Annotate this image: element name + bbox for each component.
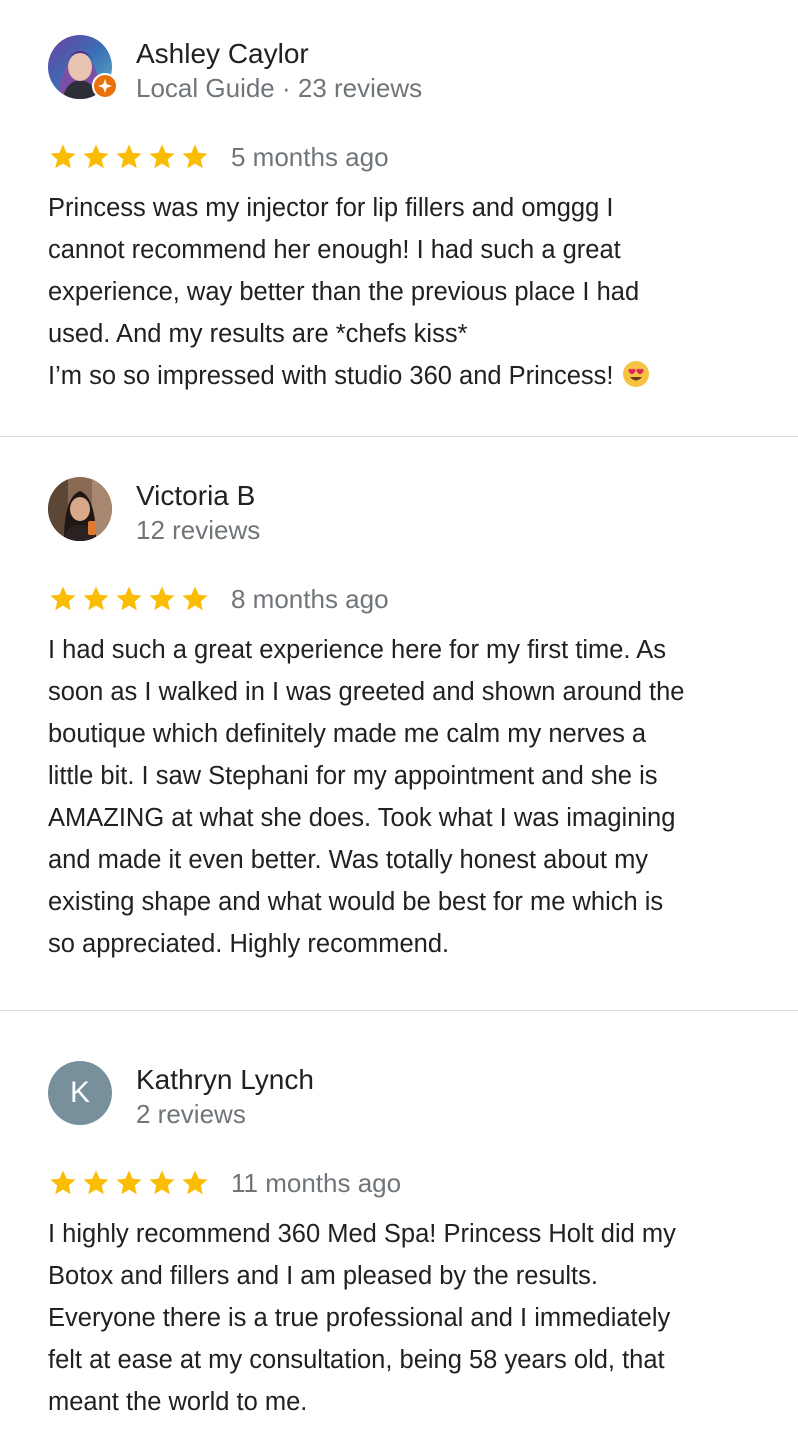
heart-eyes-emoji-icon xyxy=(622,361,649,387)
reviewer-name[interactable]: Ashley Caylor xyxy=(136,37,422,71)
review-time: 5 months ago xyxy=(231,142,389,172)
local-guide-badge-icon xyxy=(92,73,118,99)
review-text: I had such a great experience here for m… xyxy=(48,636,685,958)
review-text-container: Princess was my injector for lip fillers… xyxy=(48,187,750,397)
star-icon xyxy=(83,144,109,169)
star-icon xyxy=(149,1170,175,1195)
review-header: Victoria B 12 reviews xyxy=(48,477,750,547)
star-rating xyxy=(48,1168,213,1198)
reviewer-stats: Local Guide · 23 reviews xyxy=(136,73,423,103)
star-icon xyxy=(50,586,76,611)
review-time: 8 months ago xyxy=(231,584,389,614)
star-icon xyxy=(116,144,142,169)
reviewer-stats: 12 reviews xyxy=(136,515,261,545)
avatar-photo xyxy=(48,477,112,541)
star-icon xyxy=(149,144,175,169)
star-icon xyxy=(83,1170,109,1195)
reviewer-stats: 2 reviews xyxy=(136,1099,246,1129)
review-header: K Kathryn Lynch 2 reviews xyxy=(48,1061,750,1131)
reviewer-name[interactable]: Kathryn Lynch xyxy=(136,1063,314,1097)
star-icon xyxy=(182,1170,208,1195)
review-card: Ashley Caylor Local Guide · 23 reviews 5… xyxy=(0,0,798,436)
review-header: Ashley Caylor Local Guide · 23 reviews xyxy=(48,35,750,105)
review-time: 11 months ago xyxy=(231,1168,402,1198)
avatar-letter: K xyxy=(48,1061,112,1125)
rating-row: 11 months ago xyxy=(48,1165,750,1201)
star-icon xyxy=(50,144,76,169)
avatar[interactable] xyxy=(48,477,112,541)
star-icon xyxy=(149,586,175,611)
review-card: K Kathryn Lynch 2 reviews 11 months ago … xyxy=(0,1011,798,1432)
star-icon xyxy=(116,1170,142,1195)
avatar[interactable] xyxy=(48,35,118,99)
star-rating xyxy=(48,142,213,172)
star-icon xyxy=(50,1170,76,1195)
star-rating xyxy=(48,584,213,614)
rating-row: 8 months ago xyxy=(48,581,750,617)
star-icon xyxy=(182,586,208,611)
avatar[interactable]: K xyxy=(48,1061,112,1125)
review-card: Victoria B 12 reviews 8 months ago I had… xyxy=(0,437,798,1010)
star-icon xyxy=(83,586,109,611)
reviewer-name[interactable]: Victoria B xyxy=(136,479,260,513)
review-text: I highly recommend 360 Med Spa! Princess… xyxy=(48,1220,676,1416)
star-icon xyxy=(116,586,142,611)
review-text: Princess was my injector for lip fillers… xyxy=(48,194,640,390)
star-icon xyxy=(182,144,208,169)
rating-row: 5 months ago xyxy=(48,139,750,175)
